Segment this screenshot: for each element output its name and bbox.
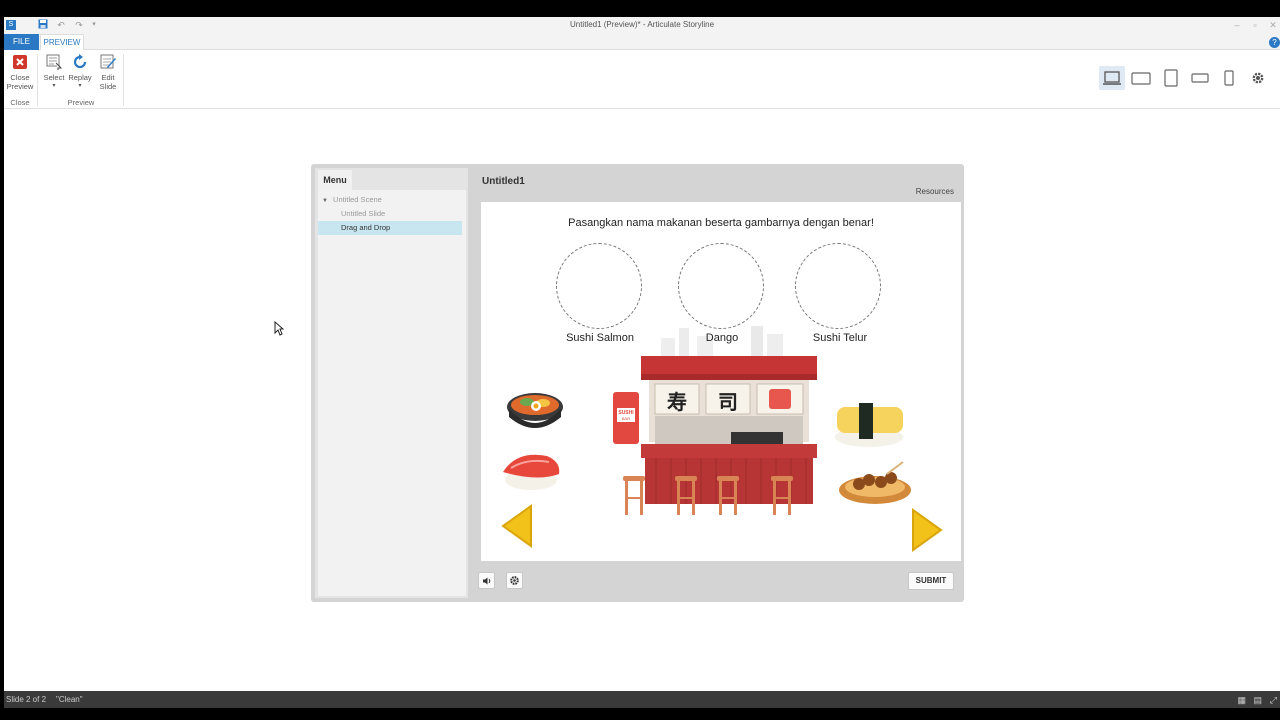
edit-slide-label: Edit Slide [99,73,117,91]
player-gear-icon [510,576,519,585]
group-close-label: Close [10,98,30,107]
previous-arrow-button[interactable] [499,504,535,548]
select-label: Select [43,73,65,82]
menu-list: ▼ Untitled Scene Untitled Slide Drag and… [318,190,466,596]
replay-button[interactable]: Replay ▾ [67,53,93,91]
sushi-salmon-draggable[interactable] [497,446,563,494]
volume-button[interactable] [478,572,495,589]
maximize-icon[interactable]: ▫ [1248,19,1262,31]
ribbon-separator [123,54,124,106]
edit-slide-button[interactable]: Edit Slide [96,53,120,91]
instruction-text: Pasangkan nama makanan beserta gambarnya… [568,217,874,229]
close-window-icon[interactable]: ✕ [1266,19,1280,31]
mouse-cursor-icon [274,321,284,336]
normal-view-icon[interactable]: ▦ [1237,695,1246,706]
resources-link[interactable]: Resources [916,187,954,196]
slide-header: Untitled1 Resources [471,164,964,202]
tamago-sushi-draggable[interactable] [831,395,907,451]
select-icon [46,54,63,70]
sushi-stall-illustration: 寿 司 SUSHI BAR [611,352,821,522]
title-bar: S ↶ ↷ ▾ Untitled1 (Preview)* - Articulat… [4,17,1280,34]
storyline-player: Menu ▼ Untitled Scene Untitled Slide Dra… [311,164,964,602]
desktop-view-icon[interactable] [1099,66,1125,90]
edit-slide-icon [100,54,116,69]
submit-button[interactable]: SUBMIT [908,572,954,590]
tab-file[interactable]: FILE [4,34,39,50]
close-preview-icon [13,55,27,69]
minimize-icon[interactable]: – [1230,19,1244,31]
slide-sorter-icon[interactable]: ▤ [1253,695,1262,706]
slide-title: Untitled1 [482,176,525,187]
next-arrow-button[interactable] [909,508,945,552]
slide-canvas: Pasangkan nama makanan beserta gambarnya… [481,202,961,561]
label-sushi-telur: Sushi Telur [812,332,868,344]
bibimbap-bowl-draggable[interactable] [503,385,567,435]
help-icon[interactable]: ? [1269,37,1280,48]
close-preview-button[interactable]: Close Preview [6,53,34,91]
drop-target-sushi-salmon[interactable] [556,243,642,329]
tablet-portrait-icon[interactable] [1158,66,1184,90]
slide-counter: Slide 2 of 2 [6,695,47,704]
group-preview-label: Preview [67,98,95,107]
drop-target-dango[interactable] [678,243,764,329]
phone-landscape-icon[interactable] [1187,66,1213,90]
collapse-arrow-icon: ▼ [322,198,328,204]
theme-name: "Clean" [56,695,83,704]
label-sushi-salmon: Sushi Salmon [566,332,634,344]
drop-target-sushi-telur[interactable] [795,243,881,329]
menu-item-scene-label: Untitled Scene [333,195,382,204]
replay-label: Replay [68,73,92,82]
player-controls: SUBMIT [471,564,964,602]
window-title: Untitled1 (Preview)* - Articulate Storyl… [569,20,715,29]
close-preview-label: Close Preview [6,73,34,91]
sign-kanji-shi: 司 [718,390,738,414]
tab-preview[interactable]: PREVIEW [40,34,84,50]
fit-window-icon[interactable]: ⤢ [1270,695,1277,706]
ribbon-tabs: FILE PREVIEW ? [4,34,1280,50]
select-button[interactable]: Select ▾ [42,53,66,91]
tablet-landscape-icon[interactable] [1128,66,1154,90]
menu-item-drag-and-drop[interactable]: Drag and Drop [318,221,462,235]
player-settings-button[interactable] [506,572,523,589]
menu-item-untitled-slide[interactable]: Untitled Slide [318,207,462,221]
phone-portrait-icon[interactable] [1216,66,1242,90]
status-bar: Slide 2 of 2 "Clean" ▦ ▤ ⤢ [4,691,1280,708]
menu-tab[interactable]: Menu [318,170,352,190]
banner-subtext: BAR [621,416,631,421]
settings-gear-icon[interactable] [1245,66,1271,90]
sign-kanji-su: 寿 [667,390,687,414]
ribbon: Close Preview Close Select ▾ Replay ▾ Ed… [4,50,1280,109]
player-sidebar: Menu ▼ Untitled Scene Untitled Slide Dra… [315,168,468,598]
label-dango: Dango [705,332,739,344]
replay-icon [73,54,87,69]
yakitori-plate-draggable[interactable] [837,460,913,508]
ribbon-separator [37,54,38,106]
menu-item-scene[interactable]: ▼ Untitled Scene [318,193,462,207]
volume-icon [482,577,490,584]
